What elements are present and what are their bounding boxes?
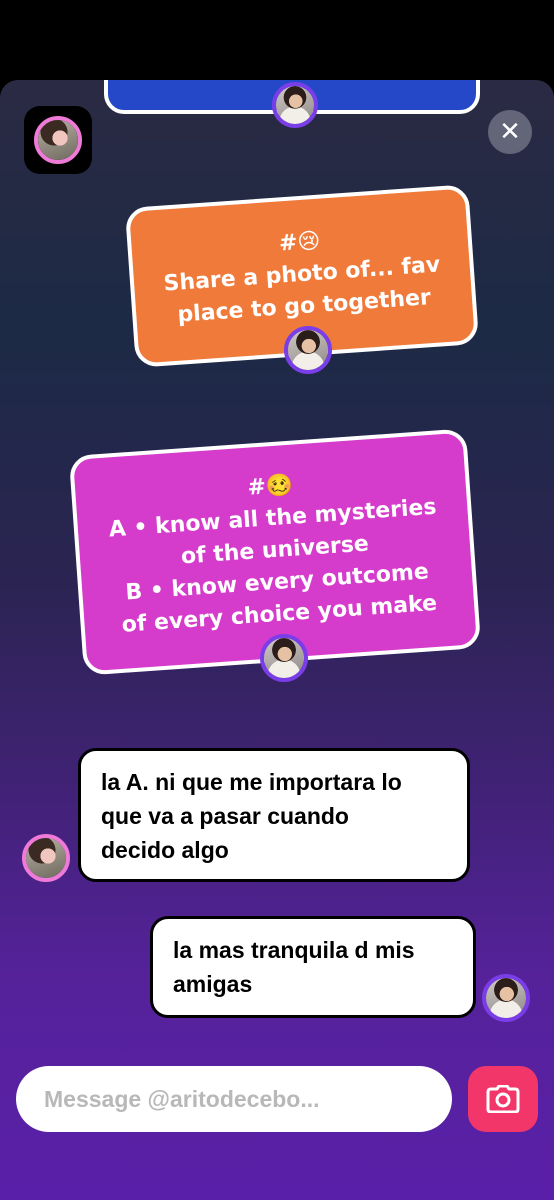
message-input-bar[interactable] (16, 1066, 452, 1132)
profile-tile[interactable] (24, 106, 92, 174)
prompt-tag: #🥴 (246, 472, 295, 501)
message-line: que va a pasar cuando (101, 803, 349, 829)
profile-avatar (34, 116, 82, 164)
message-line: decido algo (101, 837, 229, 863)
avatar (284, 326, 332, 374)
message-line: la mas tranquila d mis (173, 937, 415, 963)
prompt-tag: #😢 (278, 228, 322, 256)
message-bubble-right[interactable]: la mas tranquila d mis amigas (150, 916, 476, 1018)
avatar (22, 834, 70, 882)
message-line: amigas (173, 971, 253, 997)
chat-screen: ✕ #😢 Share a photo of... fav place to go… (0, 80, 554, 1200)
avatar (272, 82, 318, 128)
close-button[interactable]: ✕ (488, 110, 532, 154)
close-icon: ✕ (499, 117, 521, 147)
camera-icon (486, 1085, 520, 1113)
avatar (482, 974, 530, 1022)
camera-button[interactable] (468, 1066, 538, 1132)
message-bubble-left[interactable]: la A. ni que me importara lo que va a pa… (78, 748, 470, 882)
message-line: la A. ni que me importara lo (101, 769, 402, 795)
avatar (260, 634, 308, 682)
message-input[interactable] (42, 1084, 446, 1114)
